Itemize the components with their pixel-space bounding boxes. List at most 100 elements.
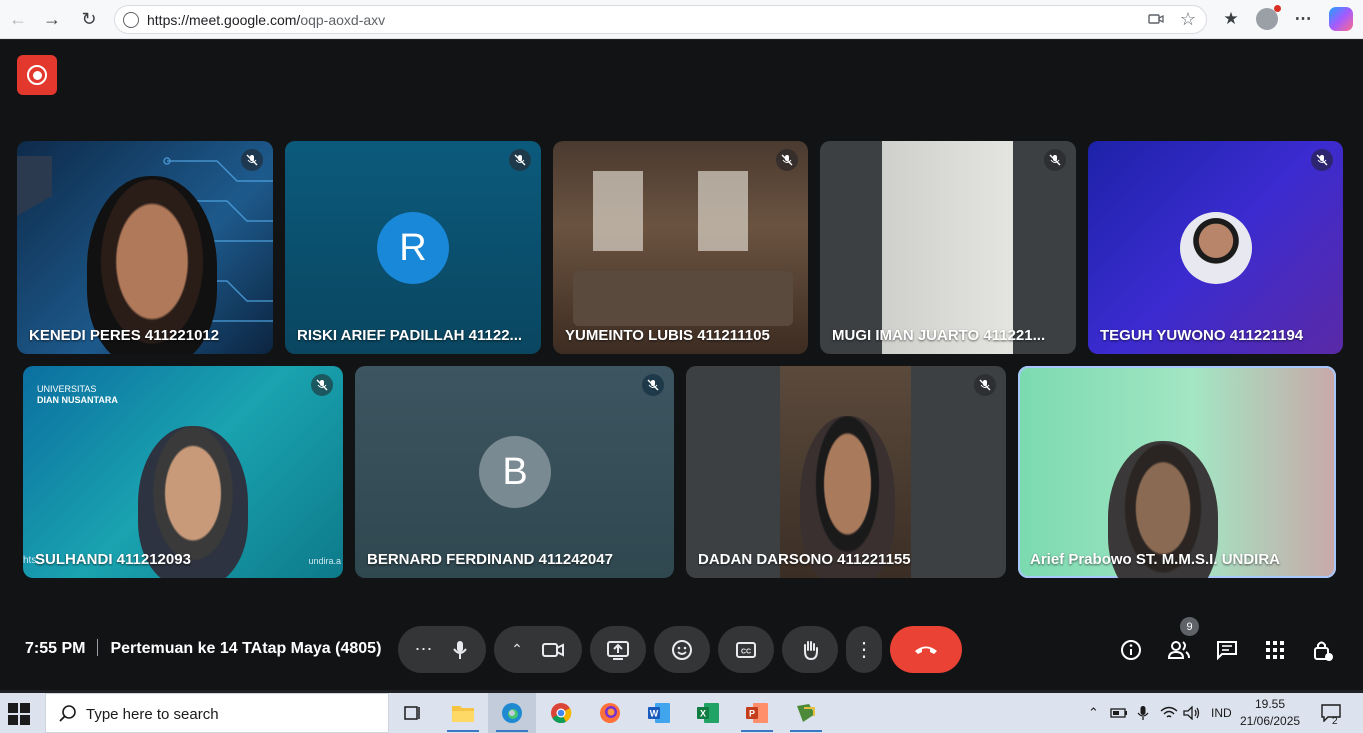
forward-icon[interactable]: → (38, 6, 66, 32)
participant-avatar: R (377, 212, 449, 284)
battery-icon[interactable] (1110, 693, 1128, 733)
address-bar[interactable]: https://meet.google.com/oqp-aoxd-axv ☆ (114, 5, 1207, 34)
excel-icon[interactable]: X (684, 693, 732, 733)
mic-off-icon (776, 149, 798, 171)
notifications-icon[interactable] (1321, 693, 1341, 733)
participant-tile[interactable]: DADAN DARSONO 411221155 (686, 366, 1006, 578)
site-info-icon[interactable] (123, 12, 139, 28)
participant-tile[interactable]: B BERNARD FERDINAND 411242047 (355, 366, 674, 578)
hand-icon (799, 639, 821, 661)
participant-name: MUGI IMAN JUARTO 411221... (832, 327, 1046, 344)
participant-avatar: B (479, 436, 551, 508)
file-explorer-icon[interactable] (439, 693, 487, 733)
firefox-icon[interactable] (586, 693, 634, 733)
edge-browser-icon[interactable] (488, 693, 536, 733)
participant-tile[interactable]: KENEDI PERES 411221012 (17, 141, 273, 354)
app-icon[interactable] (782, 693, 830, 733)
back-icon[interactable]: ← (4, 6, 32, 32)
present-button[interactable] (590, 626, 646, 673)
copilot-icon[interactable] (1329, 7, 1353, 31)
window-background (698, 171, 748, 251)
svg-text:W: W (650, 709, 659, 719)
participant-name: KENEDI PERES 411221012 (29, 327, 220, 344)
word-icon[interactable]: W (635, 693, 683, 733)
emoji-icon (671, 639, 693, 661)
meeting-info: 7:55 PM Pertemuan ke 14 TAtap Maya (4805) (25, 639, 381, 658)
input-language[interactable]: IND (1211, 693, 1232, 733)
leave-call-button[interactable] (890, 626, 962, 673)
meeting-title: Pertemuan ke 14 TAtap Maya (4805) (110, 640, 382, 657)
participant-name: SULHANDI 411212093 (35, 551, 191, 568)
mic-control: ⋯ (398, 626, 486, 673)
chrome-icon[interactable] (537, 693, 585, 733)
participant-name: RISKI ARIEF PADILLAH 41122... (297, 327, 523, 344)
taskbar-clock[interactable]: 19.55 21/06/2025 (1240, 696, 1300, 730)
participant-name: YUMEINTO LUBIS 411211105 (565, 327, 770, 344)
show-hidden-icons[interactable]: ⌃ (1088, 693, 1099, 733)
windows-start-icon[interactable] (8, 703, 30, 725)
participant-tile[interactable]: UNIVERSITAS DIAN NUSANTARA hts undira.a S… (23, 366, 343, 578)
svg-text:CC: CC (741, 648, 751, 655)
participant-tile-speaking[interactable]: Arief Prabowo ST. M.M.S.I. UNDIRA (1018, 366, 1336, 578)
camera-in-use-icon[interactable] (1148, 12, 1164, 26)
task-view-icon[interactable] (388, 693, 436, 733)
clock-date: 21/06/2025 (1240, 714, 1301, 728)
microphone-tray-icon[interactable] (1137, 693, 1149, 733)
activities-grid-icon[interactable] (1262, 637, 1288, 663)
chat-icon[interactable] (1214, 637, 1240, 663)
participant-video (780, 366, 911, 578)
search-icon (59, 705, 76, 722)
present-screen-icon (606, 640, 630, 660)
camera-control: ⌃ (494, 626, 582, 673)
captions-button[interactable]: CC (718, 626, 774, 673)
mic-off-icon (1311, 149, 1333, 171)
volume-icon[interactable] (1183, 693, 1201, 733)
window-background (593, 171, 643, 251)
raise-hand-button[interactable] (782, 626, 838, 673)
svg-text:P: P (749, 709, 755, 719)
participant-name: DADAN DARSONO 411221155 (698, 551, 911, 568)
mic-off-icon (241, 149, 263, 171)
participant-name: TEGUH YUWONO 411221194 (1100, 327, 1304, 344)
people-icon[interactable] (1166, 637, 1192, 663)
favorites-icon[interactable]: ★ (1218, 7, 1244, 31)
participant-avatar (1180, 212, 1252, 284)
meeting-time: 7:55 PM (25, 640, 86, 657)
participant-name: BERNARD FERDINAND 411242047 (367, 551, 613, 568)
captions-icon: CC (735, 641, 757, 659)
meeting-details-icon[interactable] (1118, 637, 1144, 663)
bookmark-star-icon[interactable]: ☆ (1180, 9, 1196, 30)
powerpoint-icon[interactable]: P (733, 693, 781, 733)
reactions-button[interactable] (654, 626, 710, 673)
participant-tile[interactable]: YUMEINTO LUBIS 411211105 (553, 141, 808, 354)
browser-toolbar: ← → ↻ https://meet.google.com/oqp-aoxd-a… (0, 0, 1363, 39)
camera-icon[interactable] (541, 641, 565, 659)
audio-options-icon[interactable]: ⋯ (415, 639, 433, 660)
url-text[interactable]: https://meet.google.com/oqp-aoxd-axv (147, 12, 385, 28)
mic-off-icon (1044, 149, 1066, 171)
background-logo: UNIVERSITAS DIAN NUSANTARA (37, 384, 118, 405)
hang-up-icon (913, 644, 939, 656)
search-placeholder: Type here to search (86, 706, 219, 723)
microphone-icon[interactable] (450, 639, 470, 661)
wifi-icon[interactable] (1160, 693, 1178, 733)
taskbar-search[interactable]: Type here to search (45, 693, 389, 733)
mic-off-icon (642, 374, 664, 396)
host-controls-icon[interactable] (1310, 637, 1336, 663)
participant-count-badge: 9 (1180, 617, 1199, 636)
recording-indicator[interactable] (17, 55, 57, 95)
participant-tile[interactable]: TEGUH YUWONO 411221194 (1088, 141, 1343, 354)
more-menu-icon[interactable]: ⋯ (1290, 7, 1316, 31)
mic-off-icon (311, 374, 333, 396)
more-options-button[interactable]: ⋮ (846, 626, 882, 673)
profile-avatar[interactable] (1256, 5, 1281, 30)
participant-tile[interactable]: MUGI IMAN JUARTO 411221... (820, 141, 1076, 354)
video-options-icon[interactable]: ⌃ (511, 641, 523, 658)
meet-stage: KENEDI PERES 411221012 R RISKI ARIEF PAD… (0, 40, 1363, 690)
reload-icon[interactable]: ↻ (75, 6, 103, 32)
notification-count: 2 (1332, 716, 1338, 727)
svg-text:X: X (700, 709, 706, 719)
participant-video (882, 141, 1013, 354)
participant-tile[interactable]: R RISKI ARIEF PADILLAH 41122... (285, 141, 541, 354)
background-text: undira.a (308, 556, 341, 566)
